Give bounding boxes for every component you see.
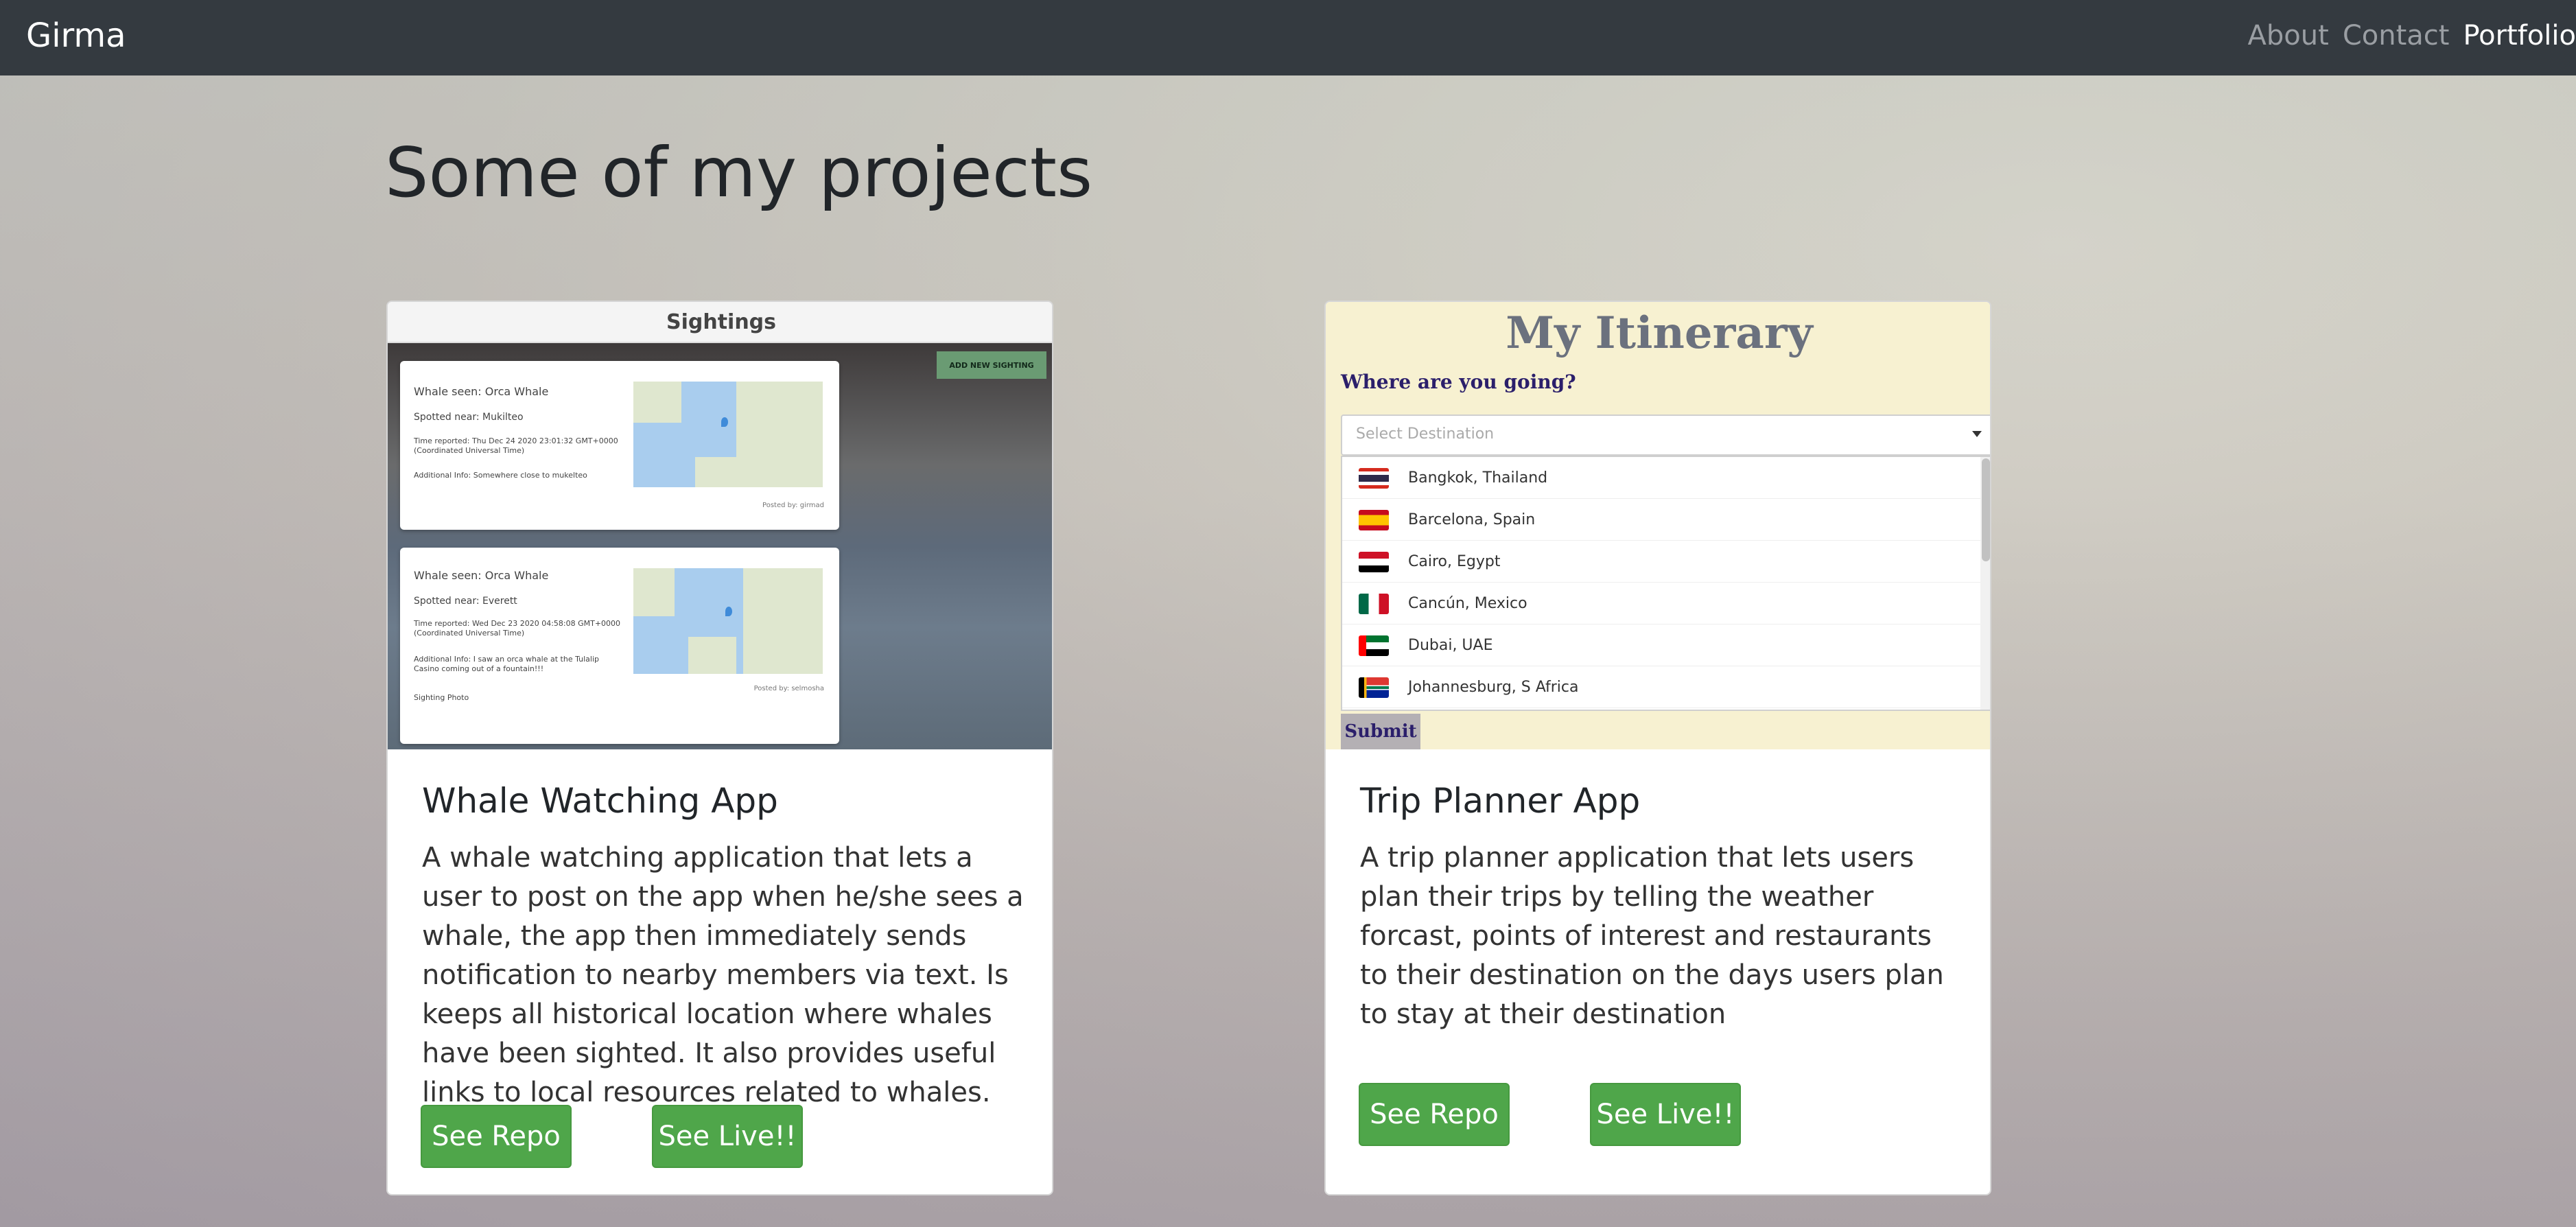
sighting-map (633, 382, 823, 487)
project-title: Whale Watching App (422, 781, 778, 821)
destination-label: Johannesburg, S Africa (1408, 679, 1579, 696)
nav-link-about[interactable]: About (2248, 20, 2329, 51)
sighting-info: Additional Info: I saw an orca whale at … (414, 655, 599, 673)
project-description: A trip planner application that lets use… (1360, 842, 1944, 1030)
sighting-photo-label: Sighting Photo (414, 693, 469, 702)
destination-dropdown: Bangkok, Thailand Barcelona, Spain Cairo… (1341, 456, 1990, 711)
sighting-near: Spotted near: Mukilteo (414, 412, 524, 423)
spain-flag-icon (1359, 510, 1389, 530)
sighting-card: Whale seen: Orca Whale Spotted near: Eve… (400, 548, 839, 744)
select-placeholder: Select Destination (1356, 425, 1495, 443)
top-navbar: Girma About Contact Portfolio (0, 0, 2576, 75)
sighting-card: Whale seen: Orca Whale Spotted near: Muk… (400, 361, 839, 530)
see-live-button[interactable]: See Live!! (1590, 1083, 1741, 1146)
list-item: Cairo, Egypt (1342, 541, 1980, 583)
thailand-flag-icon (1359, 468, 1389, 489)
sighting-posted-by: Posted by: girmad (762, 502, 824, 509)
sightings-header: Sightings (388, 302, 1052, 343)
see-live-button[interactable]: See Live!! (652, 1105, 803, 1168)
submit-button: Submit (1341, 714, 1420, 749)
destination-label: Cairo, Egypt (1408, 553, 1501, 570)
list-item: Johannesburg, S Africa (1342, 666, 1980, 708)
sighting-time: Time reported: Wed Dec 23 2020 04:58:08 … (414, 619, 621, 638)
list-item: Bangkok, Thailand (1342, 457, 1980, 499)
sighting-whale: Whale seen: Orca Whale (414, 569, 549, 582)
project-description: A whale watching application that lets a… (422, 842, 1024, 1108)
sighting-whale: Whale seen: Orca Whale (414, 385, 549, 398)
list-item: Barcelona, Spain (1342, 499, 1980, 541)
project-screenshot-trip: My Itinerary Where are you going? Select… (1326, 302, 1990, 749)
chevron-down-icon (1972, 431, 1982, 437)
sighting-near: Spotted near: Everett (414, 596, 517, 607)
dropdown-scrollbar (1980, 457, 1990, 710)
destination-select: Select Destination (1341, 414, 1990, 456)
destination-label: Cancún, Mexico (1408, 595, 1527, 612)
south-africa-flag-icon (1359, 677, 1389, 698)
destination-label: Bangkok, Thailand (1408, 469, 1548, 487)
destination-question: Where are you going? (1341, 371, 1576, 393)
nav-links: About Contact Portfolio (2234, 14, 2576, 58)
sighting-time: Time reported: Thu Dec 24 2020 23:01:32 … (414, 436, 618, 455)
map-pin-icon (721, 417, 728, 427)
nav-link-portfolio[interactable]: Portfolio (2463, 20, 2576, 51)
list-item: Dubai, UAE (1342, 624, 1980, 666)
sighting-info: Additional Info: Somewhere close to muke… (414, 471, 587, 480)
see-repo-button[interactable]: See Repo (421, 1105, 572, 1168)
project-title: Trip Planner App (1360, 781, 1641, 821)
project-card-whale: Sightings ADD NEW SIGHTING Whale seen: O… (386, 301, 1053, 1195)
nav-link-contact[interactable]: Contact (2343, 20, 2450, 51)
see-repo-button[interactable]: See Repo (1359, 1083, 1510, 1146)
itinerary-title: My Itinerary (1506, 307, 1813, 359)
sighting-posted-by: Posted by: selmosha (753, 685, 824, 692)
sighting-map (633, 568, 823, 674)
destination-label: Barcelona, Spain (1408, 511, 1536, 528)
add-sighting-button: ADD NEW SIGHTING (937, 351, 1046, 379)
project-screenshot-whale: Sightings ADD NEW SIGHTING Whale seen: O… (388, 302, 1052, 749)
brand-logo[interactable]: Girma (26, 14, 126, 58)
itinerary-background: My Itinerary Where are you going? Select… (1326, 302, 1990, 749)
map-pin-icon (725, 607, 732, 616)
project-card-trip: My Itinerary Where are you going? Select… (1324, 301, 1991, 1195)
mexico-flag-icon (1359, 594, 1389, 614)
uae-flag-icon (1359, 635, 1389, 656)
destination-label: Dubai, UAE (1408, 637, 1493, 654)
list-item: Cancún, Mexico (1342, 583, 1980, 624)
egypt-flag-icon (1359, 552, 1389, 572)
page-title: Some of my projects (385, 132, 1093, 213)
